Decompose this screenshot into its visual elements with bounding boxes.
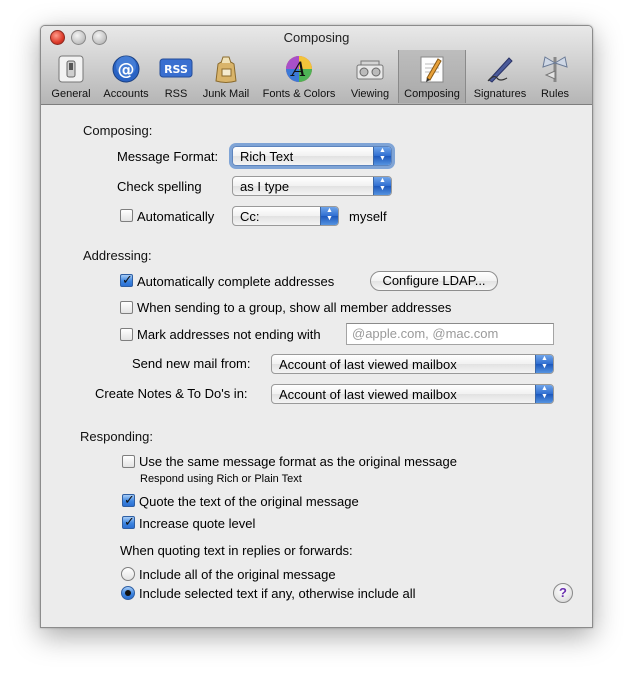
toolbar-accounts-label: Accounts (103, 88, 149, 100)
send-from-popup[interactable]: Account of last viewed mailbox ▲ ▼ (271, 354, 554, 374)
rss-icon: RSS (159, 58, 193, 78)
toolbar-signatures[interactable]: Signatures (468, 50, 532, 103)
toolbar-rss-label: RSS (164, 88, 188, 100)
group-addresses-label: When sending to a group, show all member… (137, 300, 452, 315)
quoting-header: When quoting text in replies or forwards… (120, 543, 353, 558)
same-format-sublabel: Respond using Rich or Plain Text (140, 473, 302, 485)
svg-text:A: A (290, 57, 306, 81)
popup-arrows-icon: ▲ ▼ (320, 207, 338, 225)
message-format-label: Message Format: (117, 149, 219, 164)
mark-addresses-field[interactable]: @apple.com, @mac.com (346, 323, 554, 345)
signature-pen-icon (487, 57, 513, 83)
toolbar-accounts[interactable]: @ Accounts (97, 50, 155, 103)
notes-todos-popup[interactable]: Account of last viewed mailbox ▲ ▼ (271, 384, 554, 404)
include-selected-radio[interactable] (121, 586, 135, 600)
increase-quote-checkbox[interactable] (122, 514, 135, 530)
auto-cc-value: Cc: (240, 209, 260, 224)
auto-complete-checkbox[interactable] (120, 272, 133, 288)
include-all-radio[interactable] (121, 567, 135, 581)
help-button[interactable]: ? (553, 583, 573, 603)
toolbar-fonts-colors-label: Fonts & Colors (262, 88, 336, 100)
send-from-value: Account of last viewed mailbox (279, 357, 457, 372)
toolbar-rss[interactable]: RSS RSS (157, 50, 195, 103)
titlebar: Composing General @ Accounts RSS RSS Jun… (41, 26, 592, 105)
svg-text:@: @ (118, 60, 135, 80)
composing-pencil-icon (420, 56, 444, 83)
toolbar-composing-label: Composing (404, 88, 460, 100)
toolbar-general[interactable]: General (47, 50, 95, 103)
toolbar-fonts-colors[interactable]: A Fonts & Colors (257, 50, 341, 103)
fonts-colors-icon: A (286, 56, 312, 82)
preferences-window: Composing General @ Accounts RSS RSS Jun… (40, 25, 593, 628)
popup-arrows-icon: ▲ ▼ (373, 147, 391, 165)
mark-addresses-checkbox[interactable] (120, 328, 133, 341)
send-from-label: Send new mail from: (132, 356, 251, 371)
window-title: Composing (283, 30, 350, 45)
auto-complete-label: Automatically complete addresses (137, 274, 335, 289)
svg-text:RSS: RSS (164, 63, 188, 76)
toolbar-signatures-label: Signatures (473, 88, 527, 100)
addressing-section-header: Addressing: (83, 248, 152, 263)
composing-section-header: Composing: (83, 123, 153, 138)
check-spelling-value: as I type (240, 179, 290, 194)
myself-label: myself (349, 209, 387, 224)
junk-mail-bag-icon (215, 56, 237, 83)
toolbar-general-label: General (51, 88, 91, 100)
rules-icon (542, 56, 568, 82)
toolbar-junk-mail-label: Junk Mail (202, 88, 250, 100)
quote-text-checkbox[interactable] (122, 492, 135, 508)
group-addresses-checkbox[interactable] (120, 301, 133, 314)
viewing-icon (356, 60, 384, 80)
toolbar-composing[interactable]: Composing (398, 50, 466, 103)
include-selected-label: Include selected text if any, otherwise … (139, 586, 416, 601)
same-format-checkbox[interactable] (122, 455, 135, 468)
toolbar-junk-mail[interactable]: Junk Mail (197, 50, 255, 103)
toolbar-rules[interactable]: Rules (535, 50, 575, 103)
at-sign-icon: @ (112, 55, 140, 83)
check-spelling-popup[interactable]: as I type ▲ ▼ (232, 176, 392, 196)
increase-quote-label: Increase quote level (139, 516, 256, 531)
notes-todos-value: Account of last viewed mailbox (279, 387, 457, 402)
auto-cc-popup[interactable]: Cc: ▲ ▼ (232, 206, 339, 226)
quote-text-label: Quote the text of the original message (139, 494, 359, 509)
automatically-label: Automatically (137, 209, 215, 224)
general-switch-icon (58, 55, 84, 83)
toolbar-viewing[interactable]: Viewing (344, 50, 396, 103)
check-spelling-label: Check spelling (117, 179, 202, 194)
responding-section-header: Responding: (80, 429, 153, 444)
message-format-popup[interactable]: Rich Text ▲ ▼ (232, 146, 392, 166)
include-all-label: Include all of the original message (139, 567, 336, 582)
popup-arrows-icon: ▲ ▼ (373, 177, 391, 195)
popup-arrows-icon: ▲ ▼ (535, 385, 553, 403)
notes-todos-label: Create Notes & To Do's in: (95, 386, 248, 401)
toolbar-rules-label: Rules (540, 88, 570, 100)
popup-arrows-icon: ▲ ▼ (535, 355, 553, 373)
mark-addresses-label: Mark addresses not ending with (137, 327, 321, 342)
message-format-value: Rich Text (240, 149, 294, 164)
toolbar-viewing-label: Viewing (350, 88, 390, 100)
configure-ldap-button[interactable]: Configure LDAP... (370, 271, 498, 291)
same-format-label: Use the same message format as the origi… (139, 454, 457, 469)
automatically-checkbox[interactable] (120, 209, 133, 222)
